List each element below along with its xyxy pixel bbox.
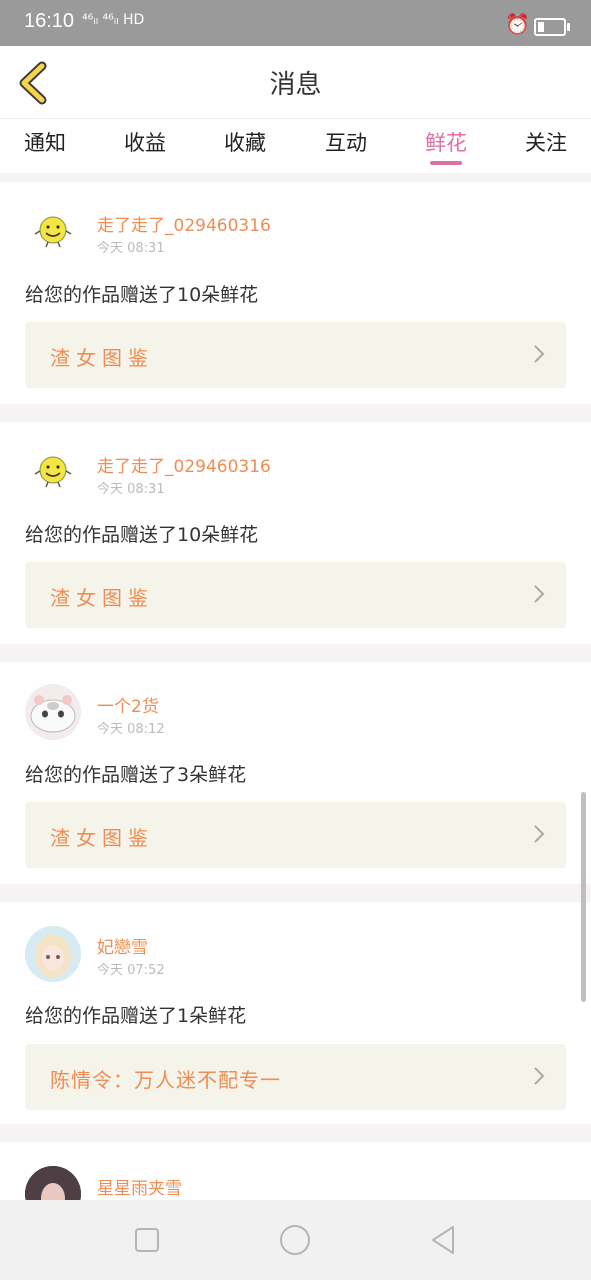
system-navigation-bar [0, 1200, 591, 1280]
tab-flowers[interactable]: 鲜花 [425, 127, 467, 157]
avatar[interactable] [25, 684, 81, 740]
work-link[interactable]: 渣女图鉴 [25, 322, 566, 388]
network-indicator: ⁴⁶ᵢₗ ⁴⁶ᵢₗ HD [82, 12, 145, 28]
smiley-avatar-icon [34, 216, 72, 248]
status-bar: 16:10 ⁴⁶ᵢₗ ⁴⁶ᵢₗ HD ⏰ [0, 0, 591, 46]
back-icon[interactable] [425, 1222, 461, 1258]
message-time: 今天 08:31 [97, 241, 165, 256]
avatar[interactable] [25, 926, 81, 982]
alarm-icon: ⏰ [505, 12, 530, 36]
message-card: 走了走了_029460316 今天 08:31 给您的作品赠送了10朵鲜花 渣女… [0, 422, 591, 644]
message-card: 一个2货 今天 08:12 给您的作品赠送了3朵鲜花 渣女图鉴 [0, 662, 591, 884]
scrollbar[interactable] [581, 792, 586, 1002]
tab-notification[interactable]: 通知 [24, 127, 66, 157]
top-app-bar: 消息 [0, 46, 591, 118]
status-time: 16:10 [24, 10, 75, 32]
tab-bar: 通知 收益 收藏 互动 鲜花 关注 [0, 118, 591, 173]
work-title: 陈情令：万人迷不配专一 [50, 1068, 281, 1092]
message-time: 今天 08:31 [97, 482, 165, 497]
hamster-avatar-icon [30, 695, 76, 733]
user-name[interactable]: 走了走了_029460316 [97, 452, 271, 477]
work-title: 渣女图鉴 [50, 346, 154, 370]
user-name[interactable]: 妃戀雪 [97, 933, 148, 958]
message-text: 给您的作品赠送了10朵鲜花 [25, 524, 259, 546]
girl-avatar-icon [25, 926, 81, 982]
tab-interaction[interactable]: 互动 [325, 127, 367, 157]
message-card: 星星雨夹雪 [0, 1142, 591, 1200]
message-text: 给您的作品赠送了1朵鲜花 [25, 1005, 247, 1027]
work-link[interactable]: 渣女图鉴 [25, 562, 566, 628]
battery-icon [534, 18, 570, 36]
work-title: 渣女图鉴 [50, 586, 154, 610]
smiley-avatar-icon [34, 456, 72, 488]
message-card: 妃戀雪 今天 07:52 给您的作品赠送了1朵鲜花 陈情令：万人迷不配专一 [0, 902, 591, 1124]
chevron-right-icon [534, 1067, 545, 1085]
work-title: 渣女图鉴 [50, 826, 154, 850]
page-title: 消息 [269, 70, 322, 100]
message-card: 走了走了_029460316 今天 08:31 给您的作品赠送了10朵鲜花 渣女… [0, 182, 591, 404]
message-time: 今天 07:52 [97, 963, 165, 978]
tab-follow[interactable]: 关注 [525, 127, 567, 157]
home-icon[interactable] [277, 1222, 313, 1258]
chevron-right-icon [534, 585, 545, 603]
avatar[interactable] [25, 204, 81, 260]
tab-earnings[interactable]: 收益 [124, 127, 166, 157]
tab-favorites[interactable]: 收藏 [224, 127, 266, 157]
recent-apps-icon[interactable] [129, 1222, 165, 1258]
user-name[interactable]: 星星雨夹雪 [97, 1174, 182, 1199]
message-text: 给您的作品赠送了10朵鲜花 [25, 284, 259, 306]
avatar[interactable] [25, 1166, 81, 1200]
work-link[interactable]: 陈情令：万人迷不配专一 [25, 1044, 566, 1110]
chevron-right-icon [534, 345, 545, 363]
message-time: 今天 08:12 [97, 722, 165, 737]
work-link[interactable]: 渣女图鉴 [25, 802, 566, 868]
user-name[interactable]: 一个2货 [97, 692, 159, 717]
portrait-avatar-icon [25, 1166, 81, 1200]
chevron-right-icon [534, 825, 545, 843]
message-text: 给您的作品赠送了3朵鲜花 [25, 764, 247, 786]
active-tab-indicator [430, 161, 462, 165]
avatar[interactable] [25, 444, 81, 500]
user-name[interactable]: 走了走了_029460316 [97, 211, 271, 236]
